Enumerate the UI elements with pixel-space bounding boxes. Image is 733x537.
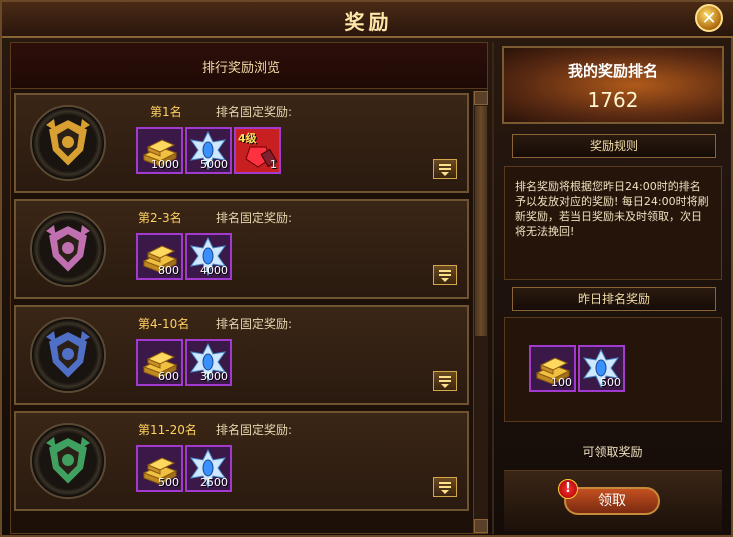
item-quantity: 800 [158, 264, 179, 277]
scroll-down-button[interactable] [474, 519, 488, 533]
reward-items: 800 4000 [136, 233, 232, 280]
expand-icon [439, 482, 451, 494]
banner-title: 我的奖励排名 [567, 62, 658, 80]
reward-item[interactable]: 600 [136, 339, 183, 386]
my-rank-banner: 我的奖励排名 1762 [502, 46, 724, 124]
expand-icon [439, 164, 451, 176]
item-quantity: 600 [158, 370, 179, 383]
expand-button[interactable] [433, 371, 457, 391]
medal-ring [30, 317, 106, 393]
item-quantity: 2500 [200, 476, 228, 489]
yesterday-reward-items: 100 500 [529, 345, 625, 392]
rank-medal-icon [46, 329, 90, 381]
expand-button[interactable] [433, 265, 457, 285]
close-button[interactable]: ✕ [695, 4, 723, 32]
rules-text: 排名奖励将根据您昨日24:00时的排名予以发放对应的奖励! 每日24:00时将刷… [504, 166, 722, 280]
alert-icon: ! [558, 479, 578, 499]
reward-item[interactable]: 500 [136, 445, 183, 492]
rank-reward-panel: 排行奖励浏览 第1名 排名固定奖励: 1000 5000 4级 1 第2-3名 排名固定奖励:… [10, 42, 488, 534]
rank-medal-icon [46, 223, 90, 275]
scrollbar[interactable] [473, 91, 488, 533]
reward-row: 第11-20名 排名固定奖励: 500 2500 [14, 411, 469, 511]
item-quantity: 3000 [200, 370, 228, 383]
yesterday-reward-item[interactable]: 500 [578, 345, 625, 392]
item-quantity: 4000 [200, 264, 228, 277]
fixed-reward-label: 排名固定奖励: [216, 317, 293, 331]
item-level-tag: 4级 [238, 132, 257, 145]
my-reward-panel: 我的奖励排名 1762 奖励规则 排名奖励将根据您昨日24:00时的排名予以发放… [498, 42, 727, 534]
window-title: 奖励 [344, 10, 393, 34]
rank-reward-title: 排行奖励浏览 [201, 61, 280, 76]
item-quantity: 5000 [200, 158, 228, 171]
reward-item[interactable]: 3000 [185, 339, 232, 386]
reward-items: 1000 5000 4级 1 [136, 127, 281, 174]
medal-ring [30, 105, 106, 181]
item-quantity: 1000 [151, 158, 179, 171]
yesterday-reward-item[interactable]: 100 [529, 345, 576, 392]
scroll-up-button[interactable] [474, 91, 488, 105]
reward-item[interactable]: 1000 [136, 127, 183, 174]
rank-medal-icon [46, 117, 90, 169]
reward-items: 600 3000 [136, 339, 232, 386]
reward-row: 第1名 排名固定奖励: 1000 5000 4级 1 [14, 93, 469, 193]
yesterday-reward-header: 昨日排名奖励 [512, 287, 716, 311]
reward-item[interactable]: 4级 1 [234, 127, 281, 174]
rank-medal-icon [46, 435, 90, 487]
my-rank-value: 1762 [587, 88, 639, 112]
rules-header: 奖励规则 [512, 134, 716, 158]
fixed-reward-label: 排名固定奖励: [216, 211, 293, 225]
reward-item[interactable]: 800 [136, 233, 183, 280]
expand-button[interactable] [433, 477, 457, 497]
panel-divider [492, 42, 494, 534]
reward-window: 奖励 ✕ 排行奖励浏览 第1名 排名固定奖励: 1000 5000 4级 1 第2-3名 排名… [0, 0, 733, 537]
rank-label: 第4-10名 [138, 317, 190, 331]
reward-items: 500 2500 [136, 445, 232, 492]
item-quantity: 100 [551, 376, 572, 389]
reward-item[interactable]: 5000 [185, 127, 232, 174]
expand-button[interactable] [433, 159, 457, 179]
item-quantity: 500 [600, 376, 621, 389]
rank-reward-header: 排行奖励浏览 [11, 43, 487, 89]
title-bar: 奖励 ✕ [2, 2, 733, 38]
reward-item[interactable]: 2500 [185, 445, 232, 492]
scroll-thumb[interactable] [475, 106, 487, 336]
claim-button[interactable]: 领取 [564, 487, 660, 515]
item-quantity: 500 [158, 476, 179, 489]
medal-ring [30, 211, 106, 287]
item-quantity: 1 [270, 158, 277, 171]
medal-ring [30, 423, 106, 499]
close-icon: ✕ [701, 7, 717, 29]
expand-icon [439, 270, 451, 282]
expand-icon [439, 376, 451, 388]
reward-rows: 第1名 排名固定奖励: 1000 5000 4级 1 第2-3名 排名固定奖励: 800 4000… [14, 93, 469, 533]
rank-label: 第1名 [150, 105, 182, 119]
yesterday-reward-box: 100 500 [504, 317, 722, 422]
can-claim-label: 可领取奖励 [582, 445, 643, 459]
rank-label: 第2-3名 [138, 211, 182, 225]
fixed-reward-label: 排名固定奖励: [216, 105, 293, 119]
rank-label: 第11-20名 [138, 423, 197, 437]
reward-row: 第4-10名 排名固定奖励: 600 3000 [14, 305, 469, 405]
reward-item[interactable]: 4000 [185, 233, 232, 280]
reward-row: 第2-3名 排名固定奖励: 800 4000 [14, 199, 469, 299]
fixed-reward-label: 排名固定奖励: [216, 423, 293, 437]
